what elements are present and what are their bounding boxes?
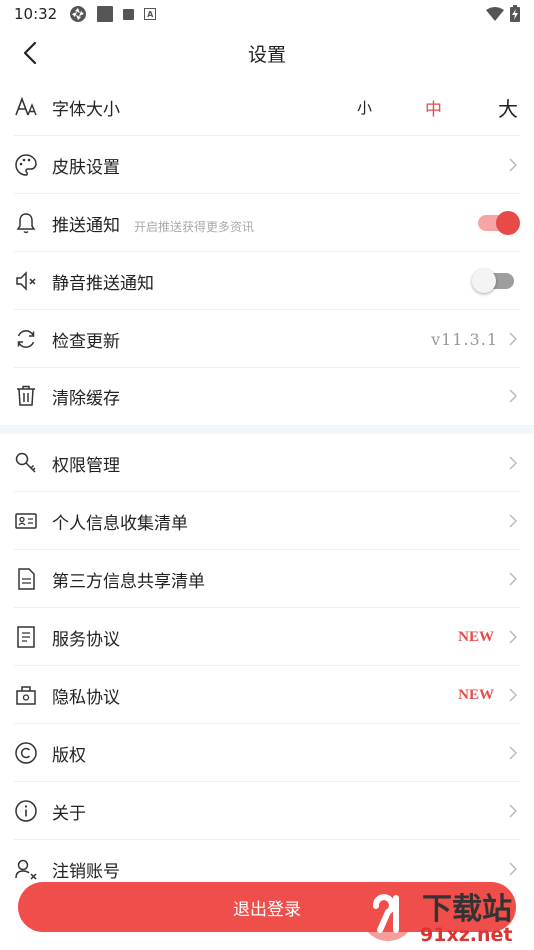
permissions-row[interactable]: 权限管理 bbox=[0, 434, 534, 492]
info-icon bbox=[14, 799, 38, 823]
document-icon bbox=[14, 567, 38, 591]
mute-push-row: 静音推送通知 bbox=[0, 252, 534, 310]
personal-info-label: 个人信息收集清单 bbox=[52, 513, 188, 534]
nav-bar: 设置 bbox=[0, 28, 534, 78]
font-size-large-option[interactable]: 大 bbox=[442, 93, 518, 122]
push-notification-hint: 开启推送获得更多资讯 bbox=[134, 219, 255, 234]
wifi-icon bbox=[486, 6, 504, 21]
lock-bag-icon bbox=[14, 683, 38, 707]
permissions-label: 权限管理 bbox=[52, 455, 120, 476]
privacy-agreement-label: 隐私协议 bbox=[52, 687, 120, 708]
font-size-label: 字体大小 bbox=[52, 99, 120, 120]
font-size-icon bbox=[14, 95, 38, 119]
skin-settings-row[interactable]: 皮肤设置 bbox=[0, 136, 534, 194]
clear-cache-row[interactable]: 清除缓存 bbox=[0, 367, 534, 425]
third-party-label: 第三方信息共享清单 bbox=[52, 571, 205, 592]
copyright-icon bbox=[14, 741, 38, 765]
battery-charging-icon bbox=[510, 5, 520, 22]
user-remove-icon bbox=[14, 857, 38, 881]
status-bar: 10:32 A bbox=[0, 0, 534, 28]
check-update-label: 检查更新 bbox=[52, 331, 120, 352]
deregister-account-label: 注销账号 bbox=[52, 861, 120, 882]
check-update-row[interactable]: 检查更新 v11.3.1 bbox=[0, 310, 534, 368]
chevron-right-icon bbox=[509, 456, 518, 470]
push-notification-toggle[interactable] bbox=[478, 211, 520, 235]
chevron-right-icon bbox=[509, 862, 518, 876]
new-badge: NEW bbox=[458, 628, 494, 645]
about-row[interactable]: 关于 bbox=[0, 782, 534, 840]
toggle-knob bbox=[496, 211, 520, 235]
palette-icon bbox=[14, 153, 38, 177]
copyright-row[interactable]: 版权 bbox=[0, 724, 534, 782]
speaker-mute-icon bbox=[14, 269, 38, 293]
app-notification-icon bbox=[70, 6, 87, 22]
chevron-right-icon bbox=[509, 332, 518, 346]
trash-icon bbox=[14, 384, 38, 408]
logout-label: 退出登录 bbox=[233, 899, 301, 920]
site-watermark: 下载站 91xz.net bbox=[358, 884, 528, 948]
bell-icon bbox=[14, 211, 38, 235]
privacy-agreement-row[interactable]: 隐私协议 NEW bbox=[0, 666, 534, 724]
third-party-row[interactable]: 第三方信息共享清单 bbox=[0, 550, 534, 608]
status-notification-icons: A bbox=[69, 5, 157, 23]
chevron-right-icon bbox=[509, 572, 518, 586]
toggle-knob bbox=[472, 269, 496, 293]
personal-info-row[interactable]: 个人信息收集清单 bbox=[0, 492, 534, 550]
chevron-right-icon bbox=[509, 630, 518, 644]
key-icon bbox=[14, 451, 38, 475]
service-agreement-label: 服务协议 bbox=[52, 629, 120, 650]
square-notification-icon bbox=[97, 6, 114, 22]
list-document-icon bbox=[14, 625, 38, 649]
watermark-brand: 下载站 bbox=[422, 892, 512, 927]
watermark-domain: 91xz.net bbox=[420, 924, 513, 946]
copyright-label: 版权 bbox=[52, 745, 86, 766]
font-size-medium-option[interactable]: 中 bbox=[372, 95, 442, 120]
push-notification-title: 推送通知 bbox=[52, 215, 120, 236]
mute-push-toggle[interactable] bbox=[472, 269, 514, 293]
font-size-options: 小 中 大 bbox=[302, 93, 518, 122]
mute-push-label: 静音推送通知 bbox=[52, 273, 154, 294]
status-time: 10:32 bbox=[14, 5, 58, 23]
push-notification-row: 推送通知 开启推送获得更多资讯 bbox=[0, 194, 534, 252]
watermark-logo-icon bbox=[361, 887, 415, 941]
skin-settings-label: 皮肤设置 bbox=[52, 157, 120, 178]
refresh-icon bbox=[14, 327, 38, 351]
chevron-right-icon bbox=[509, 688, 518, 702]
back-arrow-icon[interactable] bbox=[18, 40, 44, 66]
about-label: 关于 bbox=[52, 803, 86, 824]
font-size-row: 字体大小 小 中 大 bbox=[0, 78, 534, 136]
chevron-right-icon bbox=[509, 514, 518, 528]
page-title: 设置 bbox=[247, 43, 286, 66]
version-value: v11.3.1 bbox=[431, 329, 498, 349]
push-notification-label: 推送通知 开启推送获得更多资讯 bbox=[52, 211, 254, 236]
a-notification-icon: A bbox=[144, 8, 157, 20]
chevron-right-icon bbox=[509, 804, 518, 818]
chevron-right-icon bbox=[509, 158, 518, 172]
small-square-notification-icon bbox=[123, 8, 135, 20]
status-system-icons bbox=[486, 5, 520, 22]
font-size-small-option[interactable]: 小 bbox=[302, 97, 372, 118]
service-agreement-row[interactable]: 服务协议 NEW bbox=[0, 608, 534, 666]
chevron-right-icon bbox=[509, 746, 518, 760]
new-badge: NEW bbox=[458, 686, 494, 703]
chevron-right-icon bbox=[509, 389, 518, 403]
clear-cache-label: 清除缓存 bbox=[52, 388, 120, 409]
section-separator bbox=[0, 425, 534, 434]
id-card-icon bbox=[14, 509, 38, 533]
